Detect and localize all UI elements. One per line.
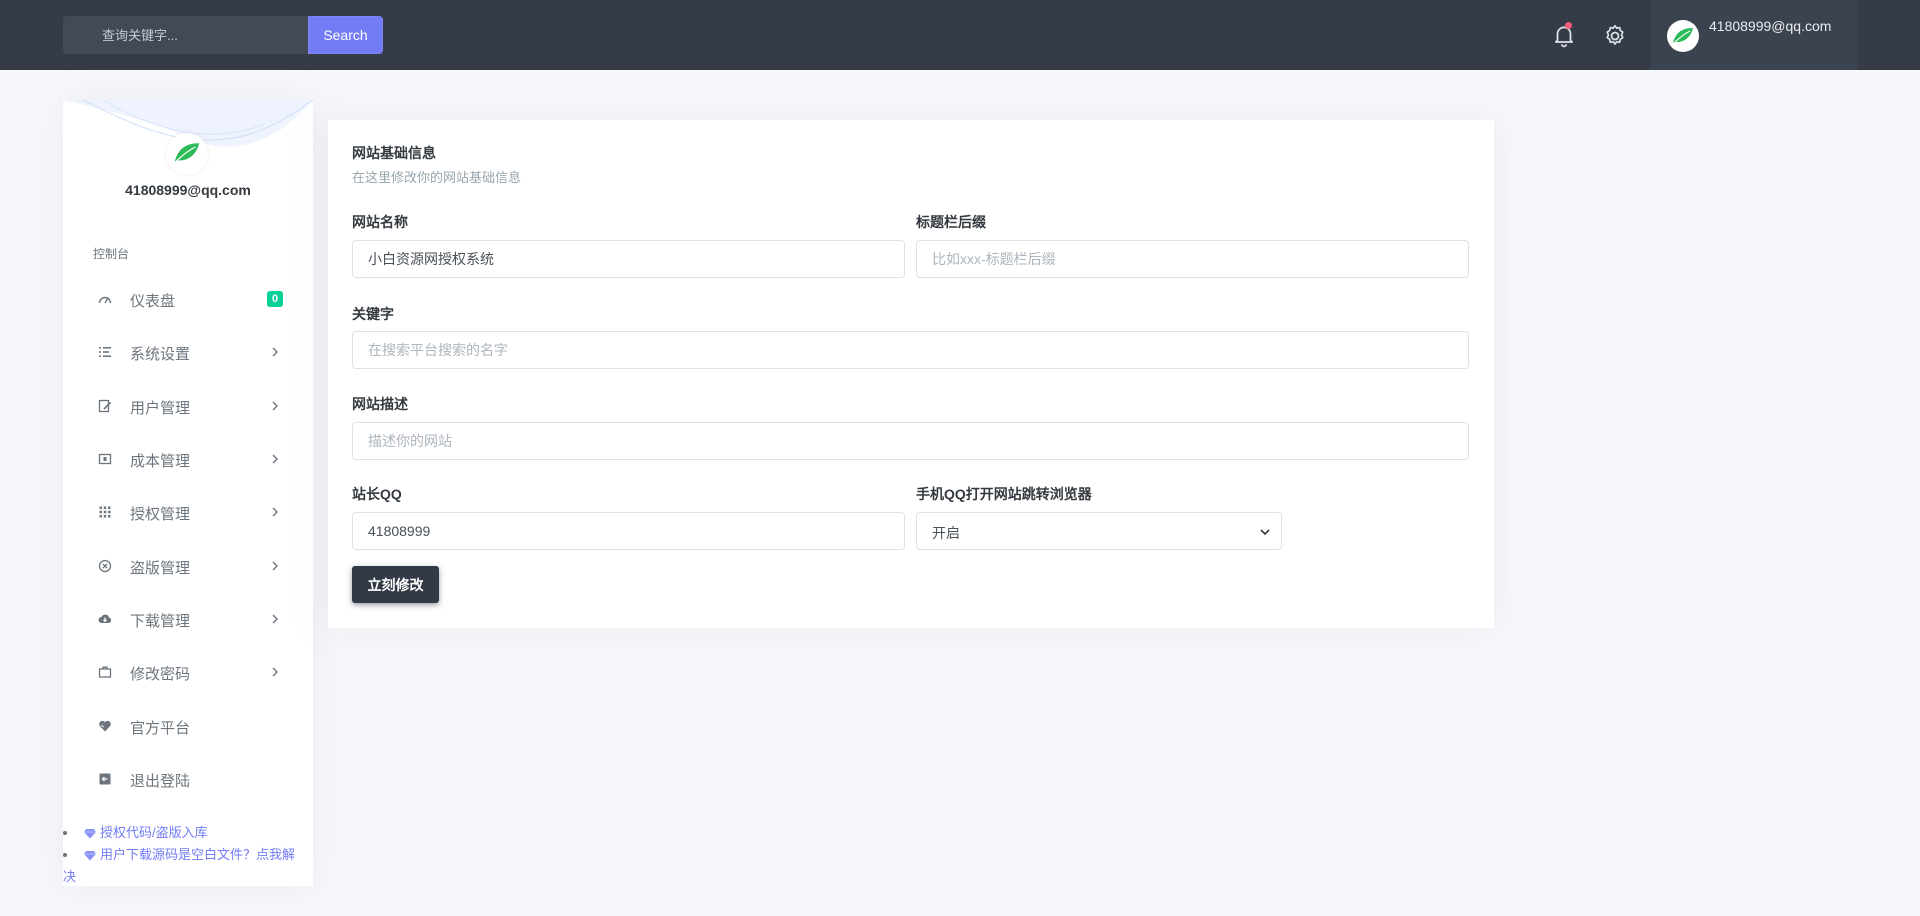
mobile-qq-redirect-select[interactable]: 开启 [916,512,1282,550]
description-label: 网站描述 [352,396,408,412]
chevron-down-icon [1260,529,1270,536]
gauge-icon [98,296,112,304]
edit-icon [98,399,112,413]
select-value: 开启 [932,525,960,541]
keywords-label: 关键字 [352,306,394,322]
chevron-right-icon [272,614,278,624]
sidebar-item-system-settings[interactable]: 系统设置 [63,332,313,372]
site-settings-card: 网站基础信息 在这里修改你的网站基础信息 网站名称 标题栏后缀 关键字 网站描述… [328,120,1494,628]
chevron-right-icon [272,507,278,517]
gear-icon[interactable] [1602,23,1628,49]
sidebar-item-logout[interactable]: 退出登陆 [63,759,313,799]
count-badge: 0 [267,291,283,307]
notification-dot [1565,22,1572,29]
grid-icon [99,506,111,518]
list-icon [99,347,111,357]
sidebar-item-label: 系统设置 [130,346,191,363]
search-button[interactable]: Search [308,16,383,54]
card-subtitle: 在这里修改你的网站基础信息 [352,170,522,185]
avatar [1667,20,1699,52]
sidebar-links: 授权代码/盗版入库 用户下载源码是空白文件？点我解 决 [63,822,313,888]
leaf-icon [1673,28,1693,44]
link-text-continued: 决 [63,869,77,884]
diamond-icon [84,851,96,861]
sidebar-item-download-management[interactable]: 下载管理 [63,599,313,639]
user-menu[interactable]: 41808999@qq.com [1651,0,1857,70]
sidebar-item-label: 用户管理 [130,400,191,417]
mobile-qq-redirect-label: 手机QQ打开网站跳转浏览器 [916,486,1092,502]
sidebar-item-change-password[interactable]: 修改密码 [63,652,313,692]
sidebar-item-official-platform[interactable]: 官方平台 [63,706,313,746]
sidebar-item-dashboard[interactable]: 仪表盘 0 [63,279,313,319]
user-email: 41808999@qq.com [1709,18,1832,34]
chevron-right-icon [272,561,278,571]
sidebar-item-label: 下载管理 [130,613,191,630]
sidebar-item-label: 修改密码 [130,666,191,683]
sidebar-item-label: 成本管理 [130,453,191,470]
bell-icon[interactable] [1551,22,1577,48]
close-circle-icon [98,559,112,573]
leaf-icon [174,143,200,162]
site-name-label: 网站名称 [352,214,408,230]
sidebar: 41808999@qq.com 控制台 仪表盘 0 系统设置 用户管理 成本管理… [63,100,313,886]
sidebar-item-user-management[interactable]: 用户管理 [63,386,313,426]
sidebar-item-label: 官方平台 [130,720,191,737]
sidebar-item-cost-management[interactable]: 成本管理 [63,439,313,479]
chevron-right-icon [272,454,278,464]
logout-icon [99,773,111,785]
heart-icon [99,720,111,732]
sidebar-item-piracy-management[interactable]: 盗版管理 [63,546,313,586]
sidebar-item-license-management[interactable]: 授权管理 [63,492,313,532]
owner-qq-label: 站长QQ [352,486,402,502]
link-license-code[interactable]: 授权代码/盗版入库 [63,822,313,844]
card-title: 网站基础信息 [352,145,436,161]
list-bullet [63,853,67,857]
briefcase-icon [98,666,112,678]
diamond-icon [84,829,96,839]
chevron-right-icon [272,667,278,677]
chevron-right-icon [272,401,278,411]
link-text: 授权代码/盗版入库 [100,825,208,840]
link-blank-file-help[interactable]: 用户下载源码是空白文件？点我解 决 [63,844,313,888]
owner-qq-input[interactable] [352,512,905,550]
link-text: 用户下载源码是空白文件？点我解 [100,847,296,862]
submit-button[interactable]: 立刻修改 [352,566,439,603]
chevron-right-icon [272,347,278,357]
profile-name: 41808999@qq.com [125,182,251,198]
cloud-download-icon [98,614,112,623]
sidebar-item-label: 盗版管理 [130,560,191,577]
profile-avatar[interactable] [166,133,208,175]
search-input[interactable] [63,16,309,54]
keywords-input[interactable] [352,331,1469,369]
sidebar-item-label: 授权管理 [130,506,191,523]
title-suffix-label: 标题栏后缀 [916,214,986,230]
sidebar-item-label: 退出登陆 [130,773,191,790]
list-bullet [63,831,67,835]
topbar: Search 41808999@qq.com [0,0,1920,70]
menu-section-title: 控制台 [93,247,130,261]
site-name-input[interactable] [352,240,905,278]
description-input[interactable] [352,422,1469,460]
cash-icon [98,453,112,465]
title-suffix-input[interactable] [916,240,1469,278]
sidebar-item-label: 仪表盘 [130,293,176,310]
